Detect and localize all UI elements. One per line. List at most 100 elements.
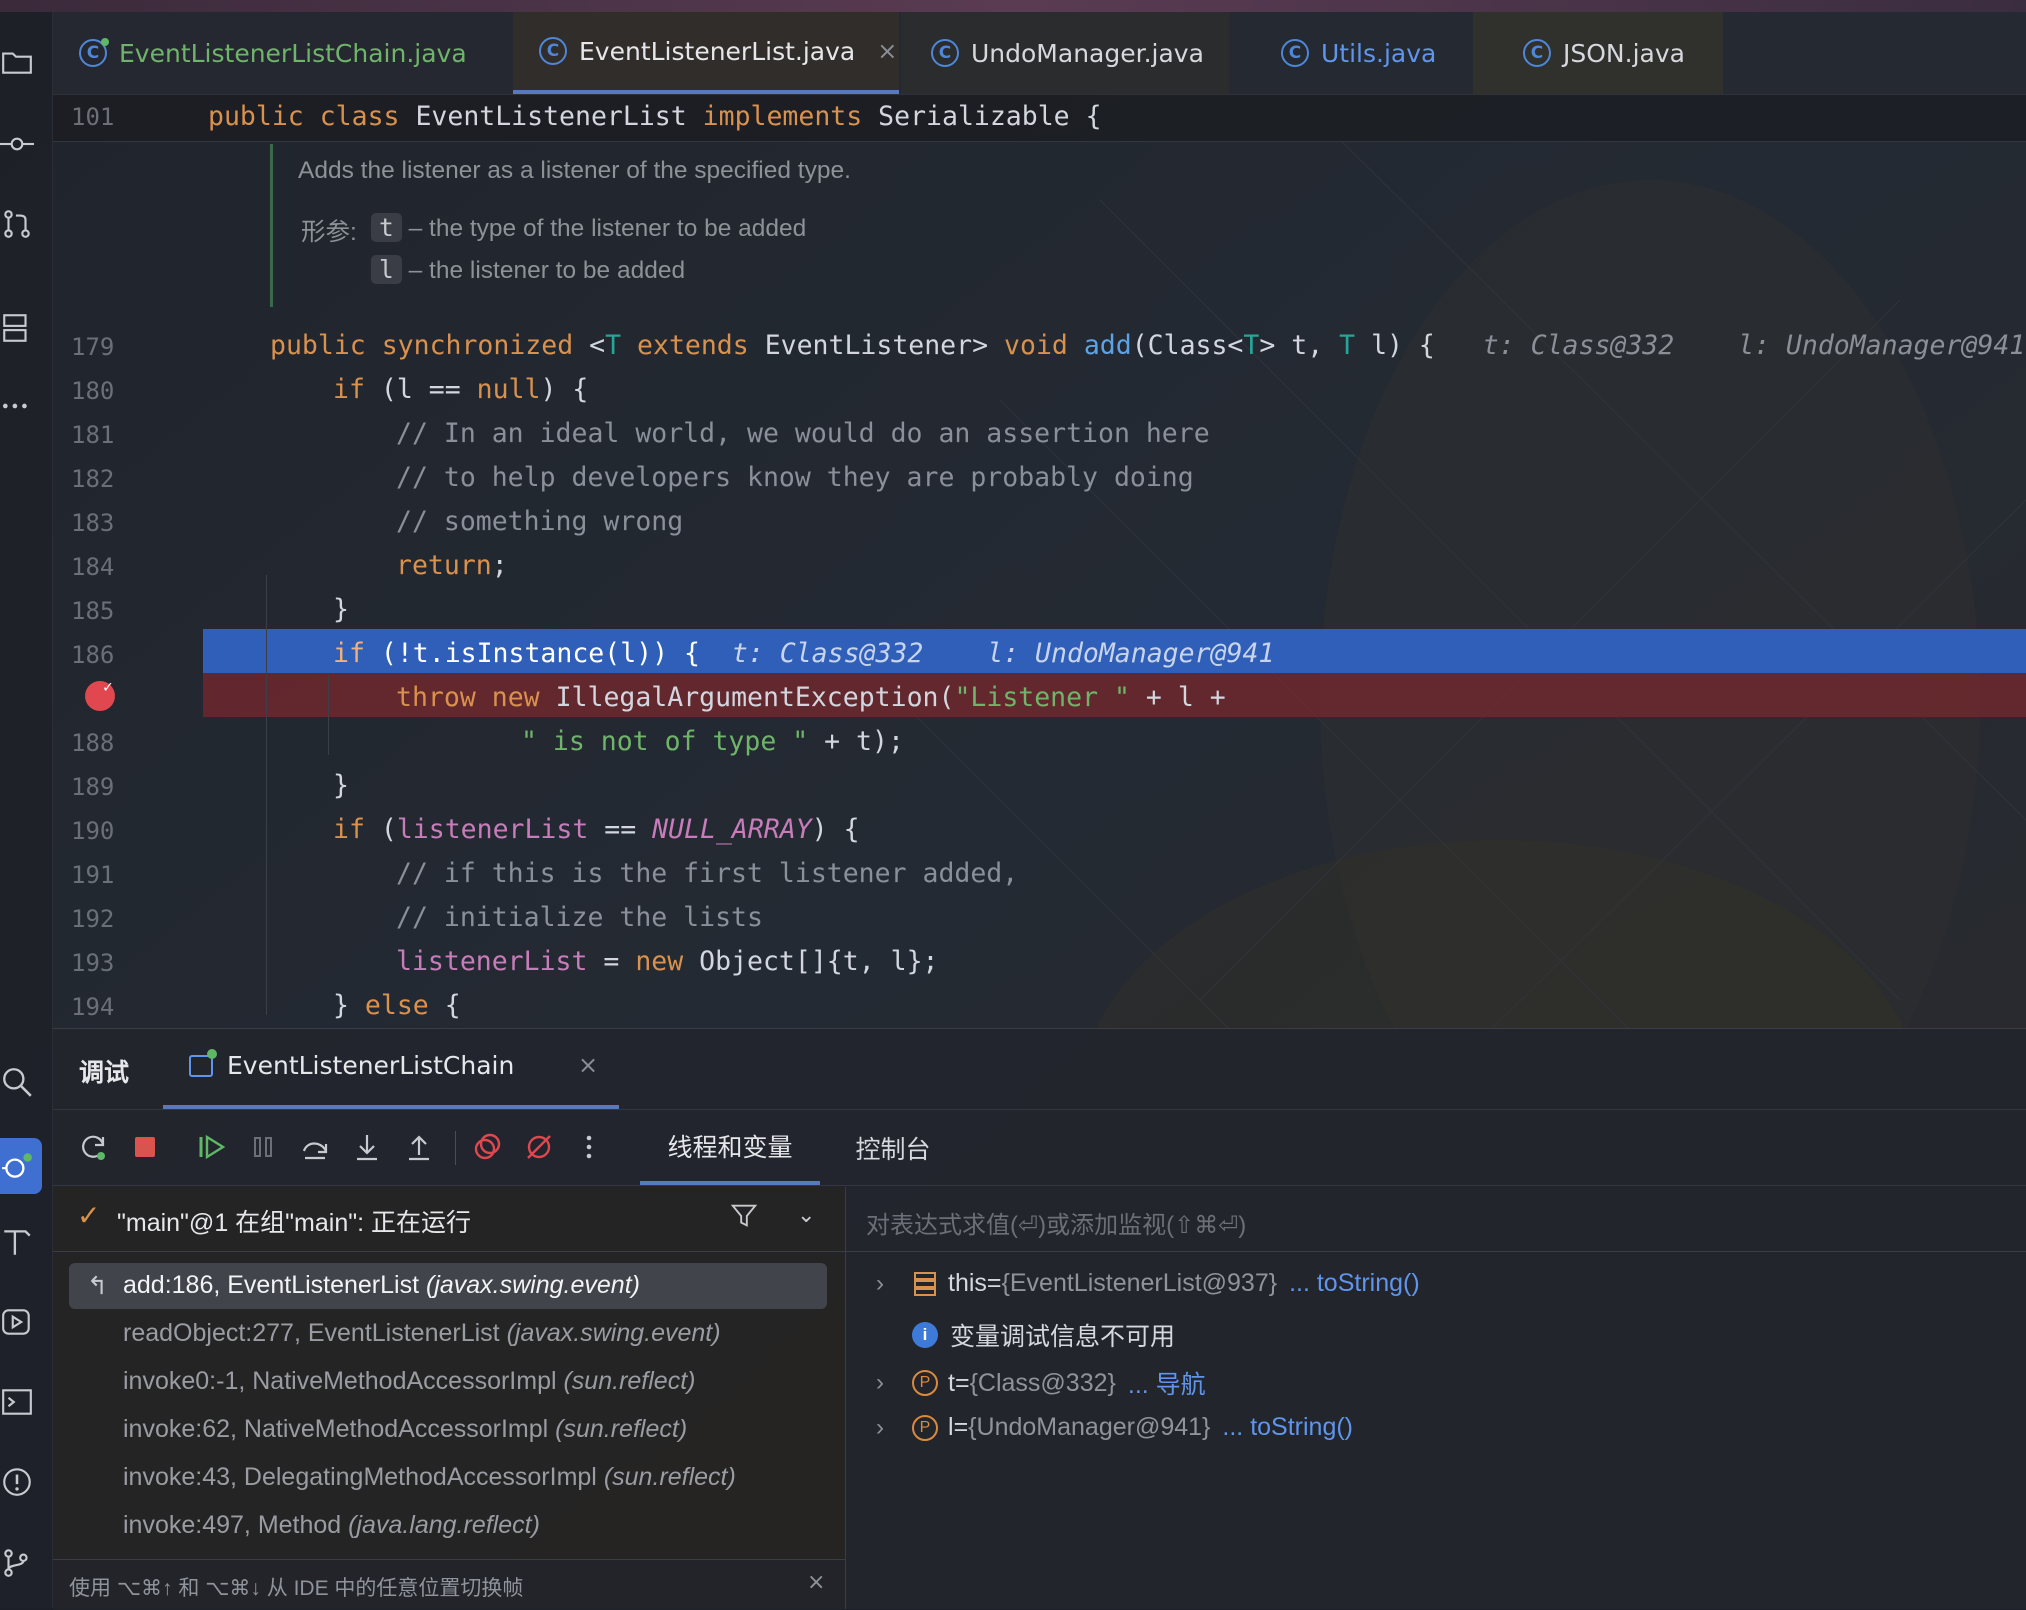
terminal-icon[interactable]: [0, 1378, 40, 1426]
line-number: 194: [71, 993, 115, 1021]
close-icon[interactable]: ×: [807, 1570, 825, 1595]
class-file-icon: C: [931, 39, 959, 67]
tab-console[interactable]: 控制台: [833, 1111, 953, 1185]
pull-requests-icon[interactable]: [0, 200, 40, 248]
debug-title: 调试: [79, 1058, 130, 1087]
frames-hint-text: 使用 ⌥⌘↑ 和 ⌥⌘↓ 从 IDE 中的任意位置切换帧: [69, 1577, 524, 1600]
window-top-strip: [0, 0, 2026, 12]
line-number: 180: [71, 377, 115, 405]
variable-this[interactable]: › this = {EventListenerList@937}... toSt…: [876, 1269, 1420, 1298]
run-icon[interactable]: [0, 1298, 40, 1346]
chevron-right-icon[interactable]: ›: [876, 1270, 890, 1298]
line-number: 101: [71, 103, 115, 131]
problems-icon[interactable]: [0, 1458, 40, 1506]
stack-frame[interactable]: invoke0:-1, NativeMethodAccessorImpl (su…: [123, 1367, 695, 1396]
search-icon[interactable]: [0, 1058, 40, 1106]
code-line-189: }: [333, 770, 349, 801]
close-icon[interactable]: ×: [578, 1051, 598, 1079]
stack-frame[interactable]: invoke:497, Method (java.lang.reflect): [123, 1511, 540, 1540]
code-line-188: " is not of type " + t);: [521, 726, 904, 757]
class-file-icon: C: [79, 38, 109, 67]
project-folder-icon[interactable]: [0, 38, 40, 86]
debug-toolbar: 线程和变量 控制台: [53, 1111, 2026, 1186]
session-label: EventListenerListChain: [227, 1051, 515, 1080]
debug-tool-icon[interactable]: [0, 1138, 42, 1194]
code-line-187: throw new IllegalArgumentException("List…: [396, 682, 1226, 713]
object-stack-icon: [912, 1270, 938, 1298]
stack-frame[interactable]: invoke:43, DelegatingMethodAccessorImpl …: [123, 1463, 736, 1492]
line-number: 179: [71, 333, 115, 361]
tab-json[interactable]: C JSON.java: [1473, 12, 1723, 94]
line-number: 192: [71, 905, 115, 933]
variables-panel: 对表达式求值(⏎)或添加监视(⇧⌘⏎) › this = {EventListe…: [846, 1187, 2026, 1609]
variable-l[interactable]: › P l = {UndoManager@941}... toString(): [876, 1413, 1353, 1442]
debug-tabs: 调试 EventListenerListChain ×: [53, 1029, 2026, 1110]
code-line-183: // something wrong: [396, 506, 684, 537]
filter-icon[interactable]: [729, 1201, 759, 1235]
breakpoint-check-icon: ✓: [103, 677, 113, 696]
class-file-icon: C: [1281, 39, 1309, 67]
commit-icon[interactable]: [0, 120, 40, 168]
close-icon[interactable]: ×: [877, 37, 897, 65]
stack-frame[interactable]: add:186, EventListenerList (javax.swing.…: [123, 1271, 640, 1300]
structure-icon[interactable]: [0, 304, 40, 352]
check-icon: ✓: [77, 1199, 101, 1232]
info-icon: i: [912, 1322, 938, 1348]
line-number: 186: [71, 641, 115, 669]
code-line-185: }: [333, 594, 349, 625]
tab-utils[interactable]: C Utils.java: [1231, 12, 1471, 94]
activity-bar: [0, 12, 53, 1608]
tab-label: Utils.java: [1321, 38, 1437, 68]
step-over-icon[interactable]: [297, 1129, 333, 1165]
code-line-186: if (!t.isInstance(l)) { t: Class@332 l: …: [333, 638, 1275, 669]
git-icon[interactable]: [0, 1538, 40, 1586]
variable-t[interactable]: › P t = {Class@332}... 导航: [876, 1365, 1206, 1401]
javadoc-params-label: 形参:: [301, 219, 357, 246]
tab-undomanager[interactable]: C UndoManager.java: [901, 12, 1229, 94]
code-line-184: return;: [396, 550, 508, 581]
rerun-icon[interactable]: [75, 1129, 111, 1165]
frames-hint-bar: 使用 ⌥⌘↑ 和 ⌥⌘↓ 从 IDE 中的任意位置切换帧 ×: [53, 1559, 845, 1610]
code-line-179: public synchronized <T extends EventList…: [270, 330, 2026, 361]
more-tools-icon[interactable]: [0, 382, 40, 430]
resume-icon[interactable]: [193, 1129, 229, 1165]
stack-frame[interactable]: invoke:62, NativeMethodAccessorImpl (sun…: [123, 1415, 687, 1444]
line-number: 182: [71, 465, 115, 493]
class-file-icon: C: [539, 37, 567, 65]
code-line-194: } else {: [333, 990, 461, 1021]
javadoc-param-l: l – the listener to be added: [371, 255, 685, 285]
chevron-right-icon[interactable]: ›: [876, 1369, 890, 1397]
evaluate-expression-input[interactable]: 对表达式求值(⏎)或添加监视(⇧⌘⏎): [846, 1187, 2026, 1252]
step-out-icon[interactable]: [401, 1129, 437, 1165]
tab-eventlistenerlistchain[interactable]: C EventListenerListChain.java: [79, 12, 511, 94]
line-number: 185: [71, 597, 115, 625]
parameter-icon: P: [912, 1370, 938, 1396]
indent-guide: [266, 575, 267, 1015]
tab-threads-and-variables[interactable]: 线程和变量: [640, 1111, 820, 1185]
line-number: 181: [71, 421, 115, 449]
tab-eventlistenerlist[interactable]: C EventListenerList.java ×: [513, 12, 899, 94]
running-indicator-icon: [207, 1049, 217, 1059]
code-editor[interactable]: 101 public class EventListenerList imple…: [53, 95, 2026, 1027]
code-line-193: listenerList = new Object[]{t, l};: [396, 946, 939, 977]
chevron-right-icon[interactable]: ›: [876, 1414, 890, 1442]
step-into-icon[interactable]: [349, 1129, 385, 1165]
class-file-icon: C: [1523, 39, 1551, 67]
view-breakpoints-icon[interactable]: [469, 1129, 505, 1165]
line-number: 183: [71, 509, 115, 537]
tab-label: EventListenerListChain.java: [119, 38, 467, 68]
more-actions-icon[interactable]: [571, 1129, 607, 1165]
stack-frame[interactable]: readObject:277, EventListenerList (javax…: [123, 1319, 721, 1348]
chevron-down-icon[interactable]: ⌄: [797, 1203, 815, 1228]
pause-icon[interactable]: [245, 1129, 281, 1165]
code-line-182: // to help developers know they are prob…: [396, 462, 1194, 493]
mute-breakpoints-icon[interactable]: [521, 1129, 557, 1165]
thread-status: "main"@1 在组"main": 正在运行: [117, 1209, 471, 1237]
editor-tab-bar: C EventListenerListChain.java C EventLis…: [53, 12, 2026, 95]
stop-icon[interactable]: [127, 1129, 163, 1165]
code-line-181: // In an ideal world, we would do an ass…: [396, 418, 1210, 449]
sticky-class-declaration: public class EventListenerList implement…: [208, 101, 1102, 132]
thread-selector[interactable]: ✓ "main"@1 在组"main": 正在运行 ⌄: [53, 1187, 845, 1252]
tab-debug-session[interactable]: EventListenerListChain ×: [163, 1029, 619, 1109]
build-hammer-icon[interactable]: [0, 1218, 40, 1266]
